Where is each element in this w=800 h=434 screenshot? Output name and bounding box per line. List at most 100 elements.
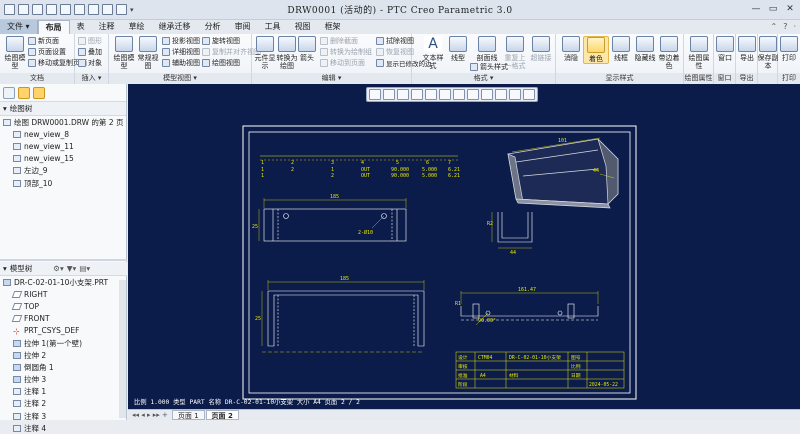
panel-splitter[interactable] bbox=[0, 259, 127, 261]
projection-view-button[interactable]: 投影视图 bbox=[162, 36, 200, 46]
tab-page-2[interactable]: 页面 2 bbox=[205, 410, 239, 420]
table-cell: 5 bbox=[396, 160, 399, 166]
table-cell: 2 bbox=[331, 173, 334, 179]
auxiliary-view-button[interactable]: 辅助视图 bbox=[162, 58, 200, 68]
tree-item-note[interactable]: 注释 3 bbox=[3, 410, 127, 422]
close-button[interactable]: ✕ bbox=[782, 2, 798, 16]
tree-item-view[interactable]: new_view_8 bbox=[3, 128, 126, 140]
model-tree-scrollbar[interactable] bbox=[119, 280, 126, 418]
resume-view-button[interactable]: 恢复视图 bbox=[376, 47, 414, 57]
drawing-model-button[interactable]: 绘图模型 bbox=[2, 36, 28, 70]
hidden-line-button[interactable]: 隐藏线 bbox=[632, 36, 658, 62]
arrow-button[interactable]: 箭头 bbox=[294, 36, 320, 62]
tab-review[interactable]: 审阅 bbox=[228, 20, 258, 34]
front-view bbox=[267, 290, 425, 347]
graphics-window[interactable]: 1 2 3 4 5 6 7 1 2 1 OUT 90.000 5.000 6.2… bbox=[128, 84, 800, 409]
tree-item-note[interactable]: 注释 2 bbox=[3, 398, 127, 410]
wireframe-button[interactable]: 线框 bbox=[608, 36, 634, 62]
tab-legacy-migration[interactable]: 继承迁移 bbox=[152, 20, 198, 34]
tree-item-feature[interactable]: 倒圆角 1 bbox=[3, 361, 127, 373]
collapse-icon[interactable]: ▾ bbox=[3, 104, 7, 113]
tree-item-feature[interactable]: 拉伸 1(第一个壁) bbox=[3, 337, 127, 349]
tree-item-part[interactable]: DR-C-02-01-10小支架.PRT bbox=[3, 276, 127, 288]
revolved-view-button[interactable]: 旋转视图 bbox=[202, 36, 240, 46]
hidden-line-removed-button[interactable]: 消隐 bbox=[558, 36, 584, 62]
note-icon bbox=[13, 424, 21, 432]
folder-browser-tab-icon[interactable] bbox=[18, 86, 30, 99]
object-button[interactable]: 对象 bbox=[78, 58, 102, 68]
tree-item-note[interactable]: 注释 1 bbox=[3, 386, 127, 398]
tab-table[interactable]: 表 bbox=[70, 20, 92, 34]
favorites-tab-icon[interactable] bbox=[33, 86, 45, 99]
move-to-page-button[interactable]: 移动到页面 bbox=[320, 58, 365, 68]
tree-item-note[interactable]: 注释 4 bbox=[3, 422, 127, 434]
tree-filter-icon[interactable]: ▼▾ bbox=[67, 264, 77, 273]
model-tree-panel: ▾ 模型树 ⚙▾ ▼▾ ▤▾ DR-C-02-01-10小支架.PRT RIGH… bbox=[0, 262, 127, 434]
tree-item-view[interactable]: 左边_9 bbox=[3, 165, 126, 177]
collapse-icon[interactable]: ▾ bbox=[3, 264, 7, 273]
title-cell: 材料 bbox=[509, 372, 519, 379]
repeat-format-icon bbox=[506, 36, 524, 52]
tab-page-1[interactable]: 页面 1 bbox=[171, 410, 205, 420]
collapse-ribbon-icon[interactable]: ⌃ bbox=[771, 22, 778, 31]
more-icon[interactable]: · bbox=[793, 22, 796, 31]
page-setup-button[interactable]: 页面设置 bbox=[28, 47, 66, 57]
datum-plane-icon bbox=[11, 302, 23, 310]
table-cell: 3 bbox=[331, 160, 334, 166]
tab-view[interactable]: 视图 bbox=[288, 20, 318, 34]
group-label: 格式 ▾ bbox=[412, 73, 555, 84]
drawing-model-view-button[interactable]: 绘图模型 bbox=[111, 36, 137, 70]
group-label: 插入 ▾ bbox=[75, 73, 108, 84]
new-page-button[interactable]: 新页面 bbox=[28, 36, 59, 46]
overlay-button[interactable]: 叠加 bbox=[78, 47, 102, 57]
tree-item-view[interactable]: new_view_15 bbox=[3, 153, 126, 165]
tree-item-view[interactable]: 顶部_10 bbox=[3, 177, 126, 189]
arrow-style-icon bbox=[470, 63, 478, 71]
graphics-button[interactable]: 图形 bbox=[78, 36, 102, 46]
convert-to-draft-group-button[interactable]: 转换为绘制组 bbox=[320, 47, 372, 57]
tab-analysis[interactable]: 分析 bbox=[198, 20, 228, 34]
drawing-properties-button[interactable]: 绘图属性 bbox=[686, 36, 712, 70]
tree-item-view[interactable]: new_view_11 bbox=[3, 140, 126, 152]
tree-item-feature[interactable]: 拉伸 3 bbox=[3, 374, 127, 386]
tab-sketch[interactable]: 草绘 bbox=[122, 20, 152, 34]
model-tree-header[interactable]: ▾ 模型树 ⚙▾ ▼▾ ▤▾ bbox=[0, 262, 127, 276]
tab-frame[interactable]: 框架 bbox=[318, 20, 348, 34]
print-button[interactable]: 打印 bbox=[776, 36, 800, 62]
title-cell: 阶段 bbox=[458, 381, 468, 388]
tab-tools[interactable]: 工具 bbox=[258, 20, 288, 34]
general-view-button[interactable]: 常规视图 bbox=[135, 36, 161, 70]
model-tree-tab-icon[interactable] bbox=[3, 86, 15, 99]
delete-section-button[interactable]: 删除截面 bbox=[320, 36, 358, 46]
erase-view-button[interactable]: 拭除视图 bbox=[376, 36, 414, 46]
file-menu[interactable]: 文件 ▾ bbox=[0, 20, 38, 34]
title-cell: A4 bbox=[480, 373, 486, 379]
repeat-format-button[interactable]: 重复上一格式 bbox=[502, 36, 528, 70]
isometric-view bbox=[507, 138, 619, 209]
tab-layout[interactable]: 布局 bbox=[37, 20, 70, 34]
tree-settings-icon[interactable]: ⚙▾ bbox=[53, 264, 64, 273]
tab-annotate[interactable]: 注释 bbox=[92, 20, 122, 34]
tree-item-sheet[interactable]: 绘图 DRW0001.DRW 的第 2 页 bbox=[3, 116, 126, 128]
help-icon[interactable]: ? bbox=[783, 22, 787, 31]
line-style-button[interactable]: 线型 bbox=[445, 36, 471, 62]
tree-item-feature[interactable]: 拉伸 2 bbox=[3, 349, 127, 361]
shaded-with-edges-button[interactable]: 带边着色 bbox=[656, 36, 682, 70]
maximize-button[interactable]: ▭ bbox=[765, 2, 781, 16]
drawing-tree-header[interactable]: ▾ 绘图树 bbox=[0, 102, 126, 116]
title-cell: 图号 bbox=[571, 355, 581, 361]
tree-item-datum-plane[interactable]: TOP bbox=[3, 300, 127, 312]
hatch-button[interactable]: 剖面线 bbox=[474, 36, 500, 62]
page-navigation[interactable]: ◂◂ ◂ ▸ ▸▸ + bbox=[128, 411, 172, 419]
tree-item-datum-plane[interactable]: RIGHT bbox=[3, 288, 127, 300]
shaded-button[interactable]: 着色 bbox=[583, 36, 609, 64]
text-style-button[interactable]: A 文本样式 bbox=[420, 36, 446, 70]
dimension-label: 2-Ø10 bbox=[358, 229, 373, 236]
drawing-view-button[interactable]: 绘图视图 bbox=[202, 58, 240, 68]
tree-columns-icon[interactable]: ▤▾ bbox=[79, 264, 90, 273]
tree-item-csys[interactable]: ⊹ PRT_CSYS_DEF bbox=[3, 325, 127, 337]
hyperlink-button[interactable]: 超链接 bbox=[528, 36, 554, 62]
tree-item-datum-plane[interactable]: FRONT bbox=[3, 313, 127, 325]
detailed-view-button[interactable]: 详细视图 bbox=[162, 47, 200, 57]
minimize-button[interactable]: — bbox=[748, 2, 764, 16]
